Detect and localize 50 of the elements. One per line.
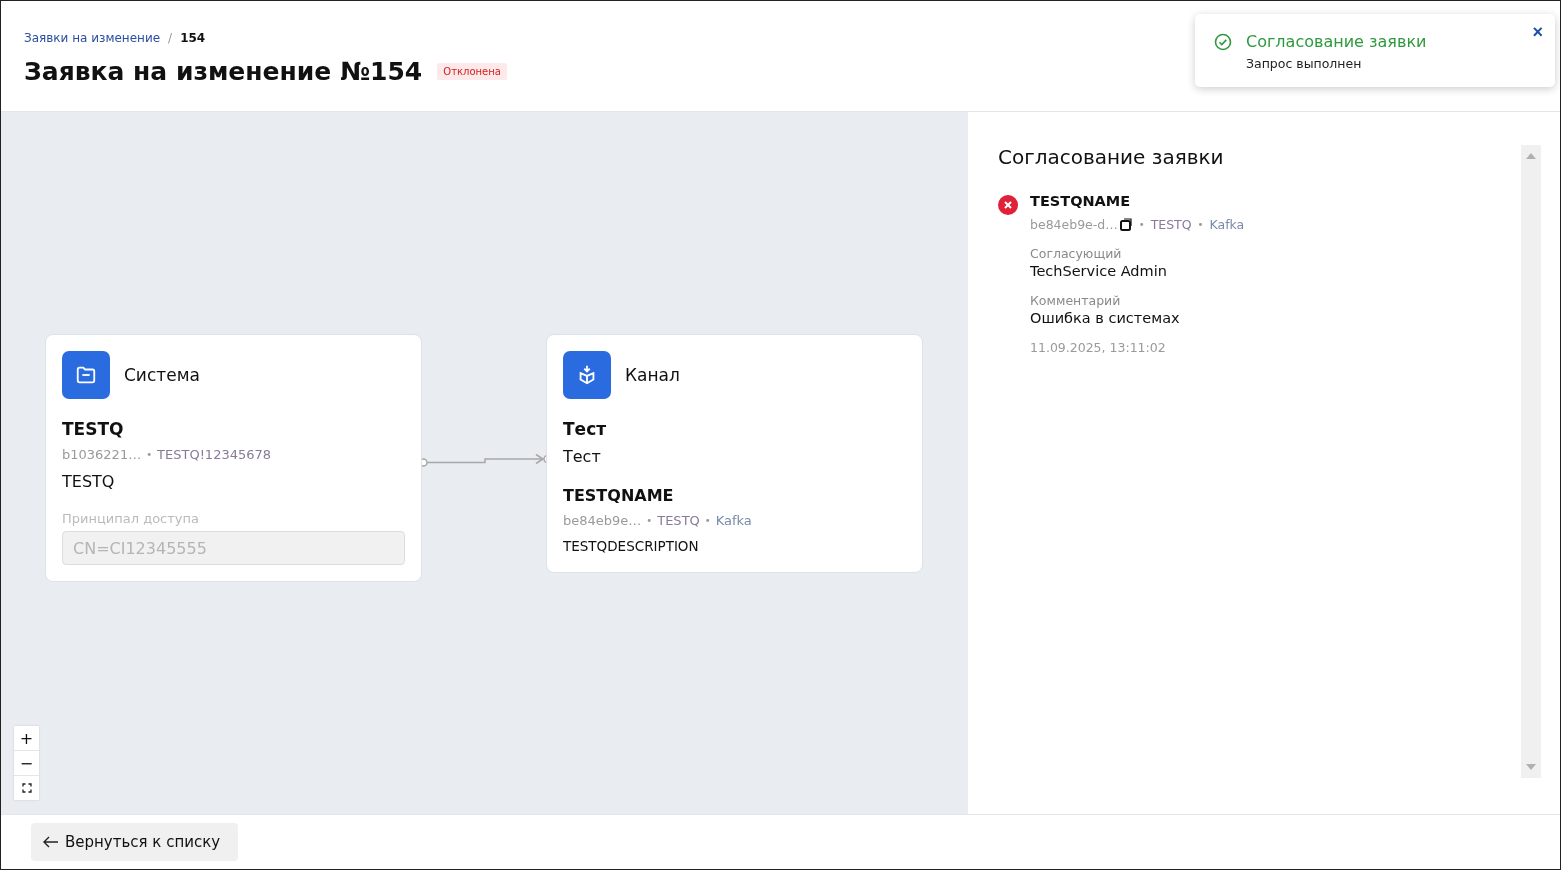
field-label: Согласующий <box>1030 246 1123 261</box>
check-circle-icon <box>1214 33 1232 51</box>
fit-view-icon[interactable] <box>14 776 39 800</box>
panel-title: Согласование заявки <box>998 145 1225 169</box>
breadcrumb-link[interactable]: Заявки на изменение <box>24 31 161 45</box>
zoom-button[interactable]: − <box>14 751 39 775</box>
copy-icon[interactable] <box>1119 218 1133 231</box>
meta-text: Kafka <box>1209 217 1245 232</box>
node-name: TESTQ <box>62 419 125 439</box>
separator-dot: • <box>1197 219 1204 230</box>
toast-message: Запрос выполнен <box>1246 56 1363 71</box>
field-value: TechService Admin <box>1030 263 1168 279</box>
separator-dot: • <box>704 515 711 526</box>
entry-name: TESTQNAME <box>1030 193 1132 209</box>
status-badge: Отклонена <box>437 63 507 80</box>
zoom-button[interactable]: + <box>14 726 39 750</box>
meta-text: be84eb9e… <box>563 513 642 528</box>
arrow-left-icon <box>43 836 59 848</box>
toast-title: Согласование заявки <box>1246 32 1427 51</box>
node-description: TESTQDESCRIPTION <box>563 538 700 554</box>
meta-text: Kafka <box>715 513 752 528</box>
node-subtitle: Тест <box>563 447 602 466</box>
node-type: Канал <box>625 365 680 385</box>
node-description: TESTQ <box>62 472 116 491</box>
breadcrumb-current: 154 <box>180 31 206 45</box>
field-label: Принципал доступа <box>62 511 200 526</box>
scroll-up-icon[interactable] <box>1526 153 1536 159</box>
scrollbar[interactable] <box>1521 145 1541 778</box>
separator-dot: • <box>646 515 653 526</box>
item-name: TESTQNAME <box>563 486 675 505</box>
close-button[interactable]: × <box>1530 22 1545 43</box>
timestamp: 11.09.2025, 13:11:02 <box>1030 340 1167 355</box>
meta-text: b1036221… <box>62 447 142 462</box>
separator-dot: • <box>146 449 153 460</box>
folder-icon <box>62 351 110 399</box>
meta-text: TESTQ <box>1150 217 1192 232</box>
field-label: Комментарий <box>1030 293 1122 308</box>
meta-text: TESTQ!12345678 <box>157 447 272 462</box>
breadcrumb-separator: / <box>168 31 173 45</box>
entry-id: be84eb9e-d… <box>1030 217 1118 232</box>
meta-text: TESTQ <box>657 513 700 528</box>
node-card[interactable]: Канал Тест Тест TESTQNAME be84eb9e… • TESTQ • Kafka TESTQDESCRIPTION <box>546 334 923 573</box>
node-name: Тест <box>563 419 608 439</box>
separator-dot: • <box>1138 219 1145 230</box>
back-button[interactable]: Вернуться к списку <box>31 823 239 861</box>
box-download-icon <box>563 351 611 399</box>
node-type: Система <box>124 365 200 385</box>
field-value: Ошибка в системах <box>1030 310 1181 326</box>
scroll-down-icon[interactable] <box>1526 764 1536 770</box>
page-title: Заявка на изменение №154 <box>24 57 423 86</box>
